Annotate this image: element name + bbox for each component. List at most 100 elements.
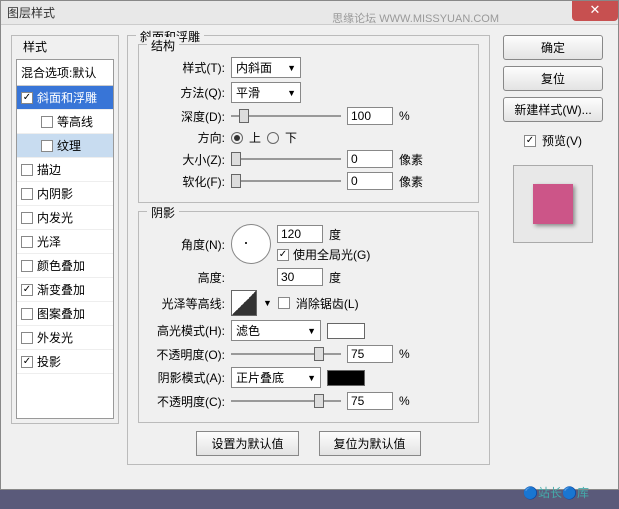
- checkbox-icon[interactable]: [21, 188, 33, 200]
- style-label: 内发光: [37, 209, 73, 226]
- angle-label: 角度(N):: [147, 236, 225, 253]
- chevron-down-icon[interactable]: ▼: [263, 298, 272, 308]
- highlight-opacity-input[interactable]: 75: [347, 345, 393, 363]
- soften-label: 软化(F):: [147, 173, 225, 190]
- checkbox-icon[interactable]: [21, 212, 33, 224]
- checkbox-icon[interactable]: [21, 164, 33, 176]
- style-label: 斜面和浮雕: [37, 89, 97, 106]
- shadow-opacity-slider[interactable]: [231, 394, 341, 408]
- subgroup-title: 结构: [147, 37, 179, 54]
- style-select[interactable]: 内斜面▼: [231, 57, 301, 78]
- shadow-color-swatch[interactable]: [327, 370, 365, 386]
- reset-default-button[interactable]: 复位为默认值: [319, 431, 421, 456]
- highlight-mode-label: 高光模式(H):: [147, 322, 225, 339]
- style-item-dropshadow[interactable]: 投影: [17, 350, 113, 374]
- style-item-contour[interactable]: 等高线: [17, 110, 113, 134]
- shadow-opacity-input[interactable]: 75: [347, 392, 393, 410]
- new-style-button[interactable]: 新建样式(W)...: [503, 97, 603, 122]
- style-label: 图案叠加: [37, 305, 85, 322]
- checkbox-icon[interactable]: [21, 356, 33, 368]
- style-label: 外发光: [37, 329, 73, 346]
- altitude-input[interactable]: 30: [277, 268, 323, 286]
- ok-button[interactable]: 确定: [503, 35, 603, 60]
- main-panel: 斜面和浮雕 结构 样式(T): 内斜面▼ 方法(Q): 平滑▼ 深度(D): 1: [127, 35, 490, 473]
- shadow-mode-select[interactable]: 正片叠底 ▼: [231, 367, 321, 388]
- depth-label: 深度(D):: [147, 108, 225, 125]
- select-value: 内斜面: [236, 59, 272, 76]
- subgroup-title: 阴影: [147, 204, 179, 221]
- styles-sidebar: 样式 混合选项:默认 斜面和浮雕 等高线 纹理 描边 内阴影 内发光 光泽 颜色…: [11, 35, 119, 473]
- size-slider[interactable]: [231, 152, 341, 166]
- style-item-stroke[interactable]: 描边: [17, 158, 113, 182]
- angle-picker[interactable]: [231, 224, 271, 264]
- unit-label: %: [399, 347, 410, 361]
- global-light-checkbox[interactable]: [277, 249, 289, 261]
- soften-input[interactable]: 0: [347, 172, 393, 190]
- dialog-window: 图层样式 ✕ 样式 混合选项:默认 斜面和浮雕 等高线 纹理 描边 内阴影 内发…: [0, 0, 619, 490]
- style-item-innershadow[interactable]: 内阴影: [17, 182, 113, 206]
- direction-up-radio[interactable]: [231, 132, 243, 144]
- style-item-innerglow[interactable]: 内发光: [17, 206, 113, 230]
- technique-label: 方法(Q):: [147, 84, 225, 101]
- soften-slider[interactable]: [231, 174, 341, 188]
- watermark-top: 思缘论坛 WWW.MISSYUAN.COM: [332, 10, 499, 26]
- unit-label: 像素: [399, 151, 423, 168]
- style-item-satin[interactable]: 光泽: [17, 230, 113, 254]
- cancel-button[interactable]: 复位: [503, 66, 603, 91]
- angle-input[interactable]: 120: [277, 225, 323, 243]
- titlebar: 图层样式 ✕: [1, 1, 618, 25]
- checkbox-icon[interactable]: [21, 260, 33, 272]
- preview-box: [513, 165, 593, 243]
- checkbox-icon[interactable]: [41, 140, 53, 152]
- select-value: 正片叠底: [236, 369, 284, 386]
- select-value: 平滑: [236, 84, 260, 101]
- window-title: 图层样式: [7, 4, 55, 21]
- size-input[interactable]: 0: [347, 150, 393, 168]
- shading-subgroup: 阴影 角度(N): 120 度 使用全局光(G): [138, 211, 479, 423]
- highlight-opacity-slider[interactable]: [231, 347, 341, 361]
- chevron-down-icon: ▼: [307, 326, 316, 336]
- structure-subgroup: 结构 样式(T): 内斜面▼ 方法(Q): 平滑▼ 深度(D): 100 %: [138, 44, 479, 203]
- style-item-bevel[interactable]: 斜面和浮雕: [17, 86, 113, 110]
- watermark-bottom: 🔵站长🔵库: [523, 484, 589, 501]
- style-label: 纹理: [57, 137, 81, 154]
- depth-input[interactable]: 100: [347, 107, 393, 125]
- preview-checkbox[interactable]: [524, 135, 536, 147]
- shadow-opacity-label: 不透明度(C):: [147, 393, 225, 410]
- blend-options-item[interactable]: 混合选项:默认: [17, 60, 113, 86]
- checkbox-icon[interactable]: [21, 284, 33, 296]
- style-item-coloroverlay[interactable]: 颜色叠加: [17, 254, 113, 278]
- chevron-down-icon: ▼: [307, 373, 316, 383]
- style-list: 混合选项:默认 斜面和浮雕 等高线 纹理 描边 内阴影 内发光 光泽 颜色叠加 …: [16, 59, 114, 419]
- style-label: 等高线: [57, 113, 93, 130]
- direction-down-radio[interactable]: [267, 132, 279, 144]
- unit-label: %: [399, 394, 410, 408]
- style-item-patternoverlay[interactable]: 图案叠加: [17, 302, 113, 326]
- bevel-group: 斜面和浮雕 结构 样式(T): 内斜面▼ 方法(Q): 平滑▼ 深度(D): 1: [127, 35, 490, 465]
- close-button[interactable]: ✕: [572, 1, 618, 21]
- highlight-color-swatch[interactable]: [327, 323, 365, 339]
- style-item-outerglow[interactable]: 外发光: [17, 326, 113, 350]
- depth-slider[interactable]: [231, 109, 341, 123]
- style-item-texture[interactable]: 纹理: [17, 134, 113, 158]
- checkbox-icon[interactable]: [21, 92, 33, 104]
- style-label: 描边: [37, 161, 61, 178]
- highlight-opacity-label: 不透明度(O):: [147, 346, 225, 363]
- unit-label: %: [399, 109, 410, 123]
- right-panel: 确定 复位 新建样式(W)... 预览(V): [498, 35, 608, 473]
- highlight-mode-select[interactable]: 滤色 ▼: [231, 320, 321, 341]
- checkbox-icon[interactable]: [21, 332, 33, 344]
- gloss-contour-picker[interactable]: [231, 290, 257, 316]
- technique-select[interactable]: 平滑▼: [231, 82, 301, 103]
- style-item-gradientoverlay[interactable]: 渐变叠加: [17, 278, 113, 302]
- checkbox-icon[interactable]: [21, 236, 33, 248]
- size-label: 大小(Z):: [147, 151, 225, 168]
- antialias-checkbox[interactable]: [278, 297, 290, 309]
- checkbox-icon[interactable]: [21, 308, 33, 320]
- shadow-mode-label: 阴影模式(A):: [147, 369, 225, 386]
- checkbox-label: 使用全局光(G): [293, 246, 370, 263]
- select-value: 滤色: [236, 322, 260, 339]
- checkbox-icon[interactable]: [41, 116, 53, 128]
- make-default-button[interactable]: 设置为默认值: [196, 431, 298, 456]
- preview-swatch: [533, 184, 573, 224]
